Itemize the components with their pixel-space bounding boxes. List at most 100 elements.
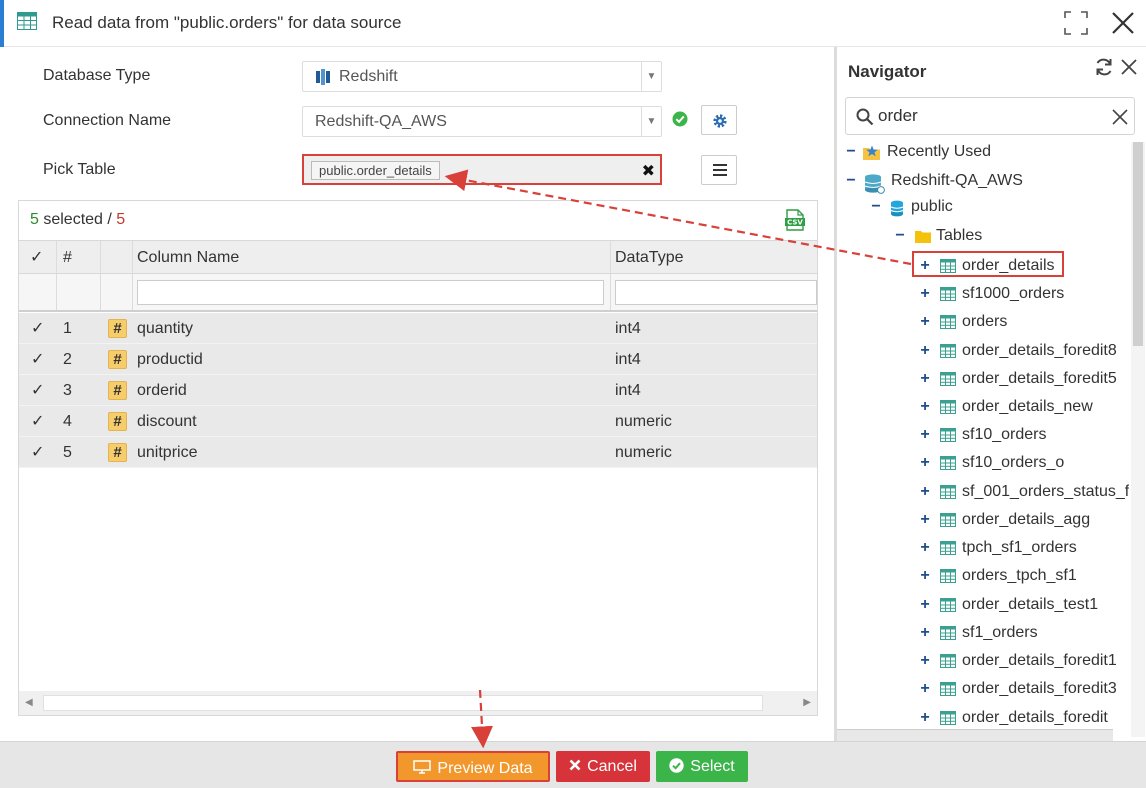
tree-item-table[interactable]: + orders_tpch_sf1 <box>919 566 1125 588</box>
pick-table-field[interactable]: public.order_details ✖ <box>302 154 662 185</box>
row-checkbox[interactable]: ✓ <box>31 313 44 344</box>
header-datatype[interactable]: DataType <box>611 241 817 274</box>
row-checkbox[interactable]: ✓ <box>31 344 44 375</box>
tree-node-connection[interactable]: − Redshift-QA_AWS <box>845 171 1125 194</box>
header-column-name[interactable]: Column Name <box>133 241 610 274</box>
expand-icon[interactable]: + <box>919 483 931 501</box>
tree-item-table[interactable]: + order_details_new <box>919 397 1125 419</box>
chevron-down-icon[interactable]: ▼ <box>641 62 661 91</box>
expand-icon[interactable]: + <box>919 624 931 642</box>
expand-icon[interactable]: + <box>919 342 931 360</box>
expand-icon[interactable]: + <box>919 567 931 585</box>
header-column-name-col[interactable]: Column Name <box>133 241 611 273</box>
tree-item-table[interactable]: + order_details_agg <box>919 510 1125 532</box>
tree-item-table[interactable]: + order_details_foredit1 <box>919 651 1125 673</box>
tree-item-table[interactable]: + sf10_orders_o <box>919 453 1125 475</box>
database-type-value: Redshift <box>339 68 398 85</box>
close-icon[interactable] <box>1110 10 1136 36</box>
row-checkbox[interactable]: ✓ <box>31 375 44 406</box>
tree-item-table[interactable]: + order_details_foredit5 <box>919 369 1125 391</box>
chevron-down-icon[interactable]: ▼ <box>641 107 661 136</box>
expand-icon[interactable]: + <box>919 511 931 529</box>
navigator-search-input[interactable] <box>878 106 1098 126</box>
select-button[interactable]: Select <box>656 751 748 782</box>
table-row[interactable]: ✓ 3 # orderid int4 <box>19 375 817 406</box>
connection-settings-button[interactable] <box>701 105 737 135</box>
scroll-left-icon[interactable]: ◀ <box>25 697 33 708</box>
tree-node-schema[interactable]: − public <box>870 197 1125 219</box>
select-all-checkbox[interactable]: ✓ <box>19 241 56 274</box>
table-icon <box>940 626 956 640</box>
tree-item-table[interactable]: + order_details_foredit3 <box>919 679 1125 701</box>
row-checkbox[interactable]: ✓ <box>31 406 44 437</box>
tree-node-recently-used[interactable]: − Recently Used <box>845 142 1125 164</box>
check-circle-icon <box>669 758 684 773</box>
numeric-type-icon: # <box>108 381 127 400</box>
navigator-scrollbar[interactable] <box>1131 142 1145 737</box>
clear-search-icon[interactable] <box>1111 108 1129 126</box>
tree-item-table[interactable]: + tpch_sf1_orders <box>919 538 1125 560</box>
table-icon <box>940 372 956 386</box>
expand-icon[interactable]: + <box>919 398 931 416</box>
connection-name-select[interactable]: Redshift-QA_AWS ▼ <box>302 106 662 137</box>
scrollbar-thumb[interactable] <box>1133 142 1143 346</box>
collapse-icon[interactable]: − <box>845 143 857 161</box>
collapse-icon[interactable]: − <box>894 227 906 245</box>
expand-icon[interactable]: + <box>919 426 931 444</box>
close-icon <box>569 759 581 771</box>
tree-item-table[interactable]: + sf1_orders <box>919 623 1125 645</box>
cancel-button[interactable]: Cancel <box>556 751 650 782</box>
expand-icon[interactable]: + <box>919 454 931 472</box>
table-row[interactable]: ✓ 5 # unitprice numeric <box>19 437 817 468</box>
tree-item-table[interactable]: + order_details_foredit <box>919 708 1125 730</box>
tree-label: order_details_foredit <box>962 709 1108 726</box>
tree-item-table[interactable]: + order_details_foredit8 <box>919 341 1125 363</box>
tree-label: order_details_agg <box>962 511 1091 528</box>
maximize-icon[interactable] <box>1064 11 1088 35</box>
tree-item-table[interactable]: + sf10_orders <box>919 425 1125 447</box>
scrollbar-thumb[interactable] <box>43 695 763 711</box>
clear-icon[interactable]: ✖ <box>642 161 655 181</box>
table-row[interactable]: ✓ 4 # discount numeric <box>19 406 817 437</box>
selected-table-tag[interactable]: public.order_details <box>311 161 440 180</box>
tree-item-table[interactable]: + sf_001_orders_status_f <box>919 482 1129 504</box>
row-column-name: quantity <box>137 320 194 337</box>
column-name-filter-input[interactable] <box>137 280 604 305</box>
tree-node-tables-folder[interactable]: − Tables <box>894 226 1125 248</box>
expand-icon[interactable]: + <box>919 680 931 698</box>
horizontal-scrollbar[interactable]: ◀ ▶ <box>19 691 817 715</box>
database-type-select[interactable]: Redshift ▼ <box>302 61 662 92</box>
tree-item-table[interactable]: + sf1000_orders <box>919 284 1125 306</box>
expand-icon[interactable]: + <box>919 596 931 614</box>
header-check-col[interactable]: ✓ <box>19 241 57 273</box>
refresh-icon[interactable] <box>1094 57 1114 77</box>
table-row[interactable]: ✓ 2 # productid int4 <box>19 344 817 375</box>
tree-item-table[interactable]: + order_details_test1 <box>919 595 1125 617</box>
csv-export-icon[interactable]: CSV <box>785 209 805 231</box>
collapse-icon[interactable]: − <box>870 198 882 216</box>
tree-label: order_details_foredit8 <box>962 342 1117 359</box>
table-icon <box>940 682 956 696</box>
navigator-search[interactable] <box>845 97 1135 135</box>
preview-data-button[interactable]: Preview Data <box>396 751 550 782</box>
tree-label: Redshift-QA_AWS <box>891 172 1023 189</box>
navigator-hscroll[interactable] <box>837 729 1113 741</box>
table-menu-button[interactable] <box>701 155 737 185</box>
expand-icon[interactable]: + <box>919 313 931 331</box>
tree-label: order_details_foredit5 <box>962 370 1117 387</box>
header-datatype-col[interactable]: DataType <box>611 241 817 273</box>
expand-icon[interactable]: + <box>919 709 931 727</box>
close-icon[interactable] <box>1120 58 1138 76</box>
datatype-filter-input[interactable] <box>615 280 817 305</box>
tree-item-table[interactable]: + orders <box>919 312 1125 334</box>
filter-col-name <box>133 274 611 310</box>
scroll-right-icon[interactable]: ▶ <box>803 697 811 708</box>
table-row[interactable]: ✓ 1 # quantity int4 <box>19 313 817 344</box>
expand-icon[interactable]: + <box>919 370 931 388</box>
pick-table-label: Pick Table <box>43 161 116 178</box>
expand-icon[interactable]: + <box>919 285 931 303</box>
expand-icon[interactable]: + <box>919 652 931 670</box>
collapse-icon[interactable]: − <box>845 172 857 190</box>
expand-icon[interactable]: + <box>919 539 931 557</box>
row-checkbox[interactable]: ✓ <box>31 437 44 468</box>
